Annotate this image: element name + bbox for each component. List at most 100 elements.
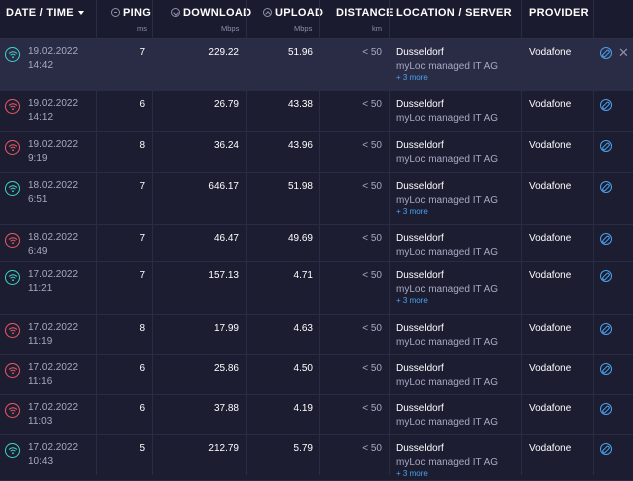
provider-name: Vodafone [529, 270, 572, 281]
ping-value: 6 [139, 403, 145, 414]
ping-value: 6 [139, 363, 145, 374]
more-servers-link[interactable]: + 3 more [396, 469, 428, 478]
provider-name: Vodafone [529, 47, 572, 58]
distance-value: < 50 [362, 233, 382, 244]
upload-value: 51.96 [287, 47, 313, 58]
ping-value: 8 [139, 323, 145, 334]
test-date: 19.02.2022 [28, 98, 79, 109]
link-icon[interactable] [600, 140, 612, 152]
server-city: Dusseldorf [396, 270, 444, 281]
provider-name: Vodafone [529, 99, 572, 110]
download-value: 25.86 [213, 363, 239, 374]
header-upload[interactable]: UPLOAD [263, 7, 323, 19]
header-datetime[interactable]: DATE / TIME [6, 7, 84, 19]
table-row[interactable]: 17.02.2022 11:21 7 157.13 4.71 < 50 Dusseldorf… [0, 262, 633, 315]
distance-value: < 50 [362, 363, 382, 374]
header-location[interactable]: LOCATION / SERVER [396, 7, 512, 19]
results-table: DATE / TIME PING ms DOWNLOAD Mbps UPLOAD… [0, 0, 633, 481]
table-row[interactable]: 17.02.2022 11:03 6 37.88 4.19 < 50 Dusseldorf m… [0, 395, 633, 435]
header-download[interactable]: DOWNLOAD [171, 7, 251, 19]
server-city: Dusseldorf [396, 181, 444, 192]
table-row[interactable]: 19.02.2022 14:12 6 26.79 43.38 < 50 Dusseldorf… [0, 91, 633, 132]
close-icon[interactable]: ✕ [618, 46, 629, 59]
upload-icon [263, 8, 272, 17]
more-servers-link[interactable]: + 3 more [396, 296, 428, 305]
provider-name: Vodafone [529, 233, 572, 244]
header-ping-unit: ms [137, 24, 147, 33]
link-icon[interactable] [600, 443, 612, 455]
server-city: Dusseldorf [396, 140, 444, 151]
header-download-unit: Mbps [221, 24, 240, 33]
more-servers-link[interactable]: + 3 more [396, 73, 428, 82]
ping-value: 6 [139, 99, 145, 110]
link-icon[interactable] [600, 99, 612, 111]
test-date: 17.02.2022 [28, 402, 79, 413]
ping-value: 8 [139, 140, 145, 151]
link-icon[interactable] [600, 270, 612, 282]
server-city: Dusseldorf [396, 363, 444, 374]
table-row[interactable]: 19.02.2022 9:19 8 36.24 43.96 < 50 Dusseldorf m… [0, 132, 633, 173]
test-time: 11:19 [28, 336, 53, 347]
more-servers-link[interactable]: + 3 more [396, 207, 428, 216]
server-city: Dusseldorf [396, 443, 444, 454]
header-ping[interactable]: PING [111, 7, 151, 19]
test-time: 11:21 [28, 283, 53, 294]
link-icon[interactable] [600, 403, 612, 415]
download-value: 26.79 [213, 99, 239, 110]
wifi-icon [5, 99, 20, 114]
table-row[interactable]: 17.02.2022 10:43 5 212.79 5.79 < 50 Dusseldorf… [0, 435, 633, 481]
link-icon[interactable] [600, 233, 612, 245]
table-row[interactable]: 18.02.2022 6:51 7 646.17 51.98 < 50 Dusseldorf… [0, 173, 633, 225]
sort-caret-icon [77, 11, 84, 15]
upload-value: 4.19 [293, 403, 313, 414]
server-isp: myLoc managed IT AG [396, 195, 499, 206]
server-isp: myLoc managed IT AG [396, 284, 499, 295]
server-isp: myLoc managed IT AG [396, 457, 499, 468]
header-distance-unit: km [372, 24, 382, 33]
header-upload-unit: Mbps [294, 24, 313, 33]
distance-value: < 50 [362, 47, 382, 58]
link-icon[interactable] [600, 47, 612, 59]
provider-name: Vodafone [529, 181, 572, 192]
upload-value: 51.98 [287, 181, 313, 192]
provider-name: Vodafone [529, 403, 572, 414]
wifi-icon [5, 233, 20, 248]
table-row[interactable]: 19.02.2022 14:42 7 229.22 51.96 < 50 Dusseldor… [0, 39, 633, 91]
test-date: 17.02.2022 [28, 322, 79, 333]
header-distance[interactable]: DISTANCE [336, 7, 394, 19]
table-row[interactable]: 17.02.2022 11:19 8 17.99 4.63 < 50 Dusseldorf m… [0, 315, 633, 355]
test-date: 18.02.2022 [28, 180, 79, 191]
upload-value: 4.63 [293, 323, 313, 334]
wifi-icon [5, 443, 20, 458]
distance-value: < 50 [362, 270, 382, 281]
test-time: 14:12 [28, 112, 54, 123]
test-date: 17.02.2022 [28, 442, 79, 453]
distance-value: < 50 [362, 403, 382, 414]
wifi-icon [5, 140, 20, 155]
test-date: 19.02.2022 [28, 139, 79, 150]
ping-icon [111, 8, 120, 17]
test-time: 9:19 [28, 153, 48, 164]
distance-value: < 50 [362, 323, 382, 334]
server-city: Dusseldorf [396, 99, 444, 110]
header-provider[interactable]: PROVIDER [529, 7, 589, 19]
provider-name: Vodafone [529, 443, 572, 454]
link-icon[interactable] [600, 181, 612, 193]
server-isp: myLoc managed IT AG [396, 377, 499, 388]
table-row[interactable]: 18.02.2022 6:49 7 46.47 49.69 < 50 Dusseldorf m… [0, 225, 633, 262]
download-value: 229.22 [208, 47, 239, 58]
distance-value: < 50 [362, 99, 382, 110]
wifi-icon [5, 323, 20, 338]
upload-value: 49.69 [287, 233, 313, 244]
distance-value: < 50 [362, 181, 382, 192]
wifi-icon [5, 363, 20, 378]
download-value: 46.47 [213, 233, 239, 244]
link-icon[interactable] [600, 323, 612, 335]
link-icon[interactable] [600, 363, 612, 375]
test-time: 11:16 [28, 376, 53, 387]
table-row[interactable]: 17.02.2022 11:16 6 25.86 4.50 < 50 Dusseldorf m… [0, 355, 633, 395]
ping-value: 7 [139, 233, 145, 244]
test-time: 6:49 [28, 246, 48, 257]
wifi-icon [5, 181, 20, 196]
server-city: Dusseldorf [396, 233, 444, 244]
